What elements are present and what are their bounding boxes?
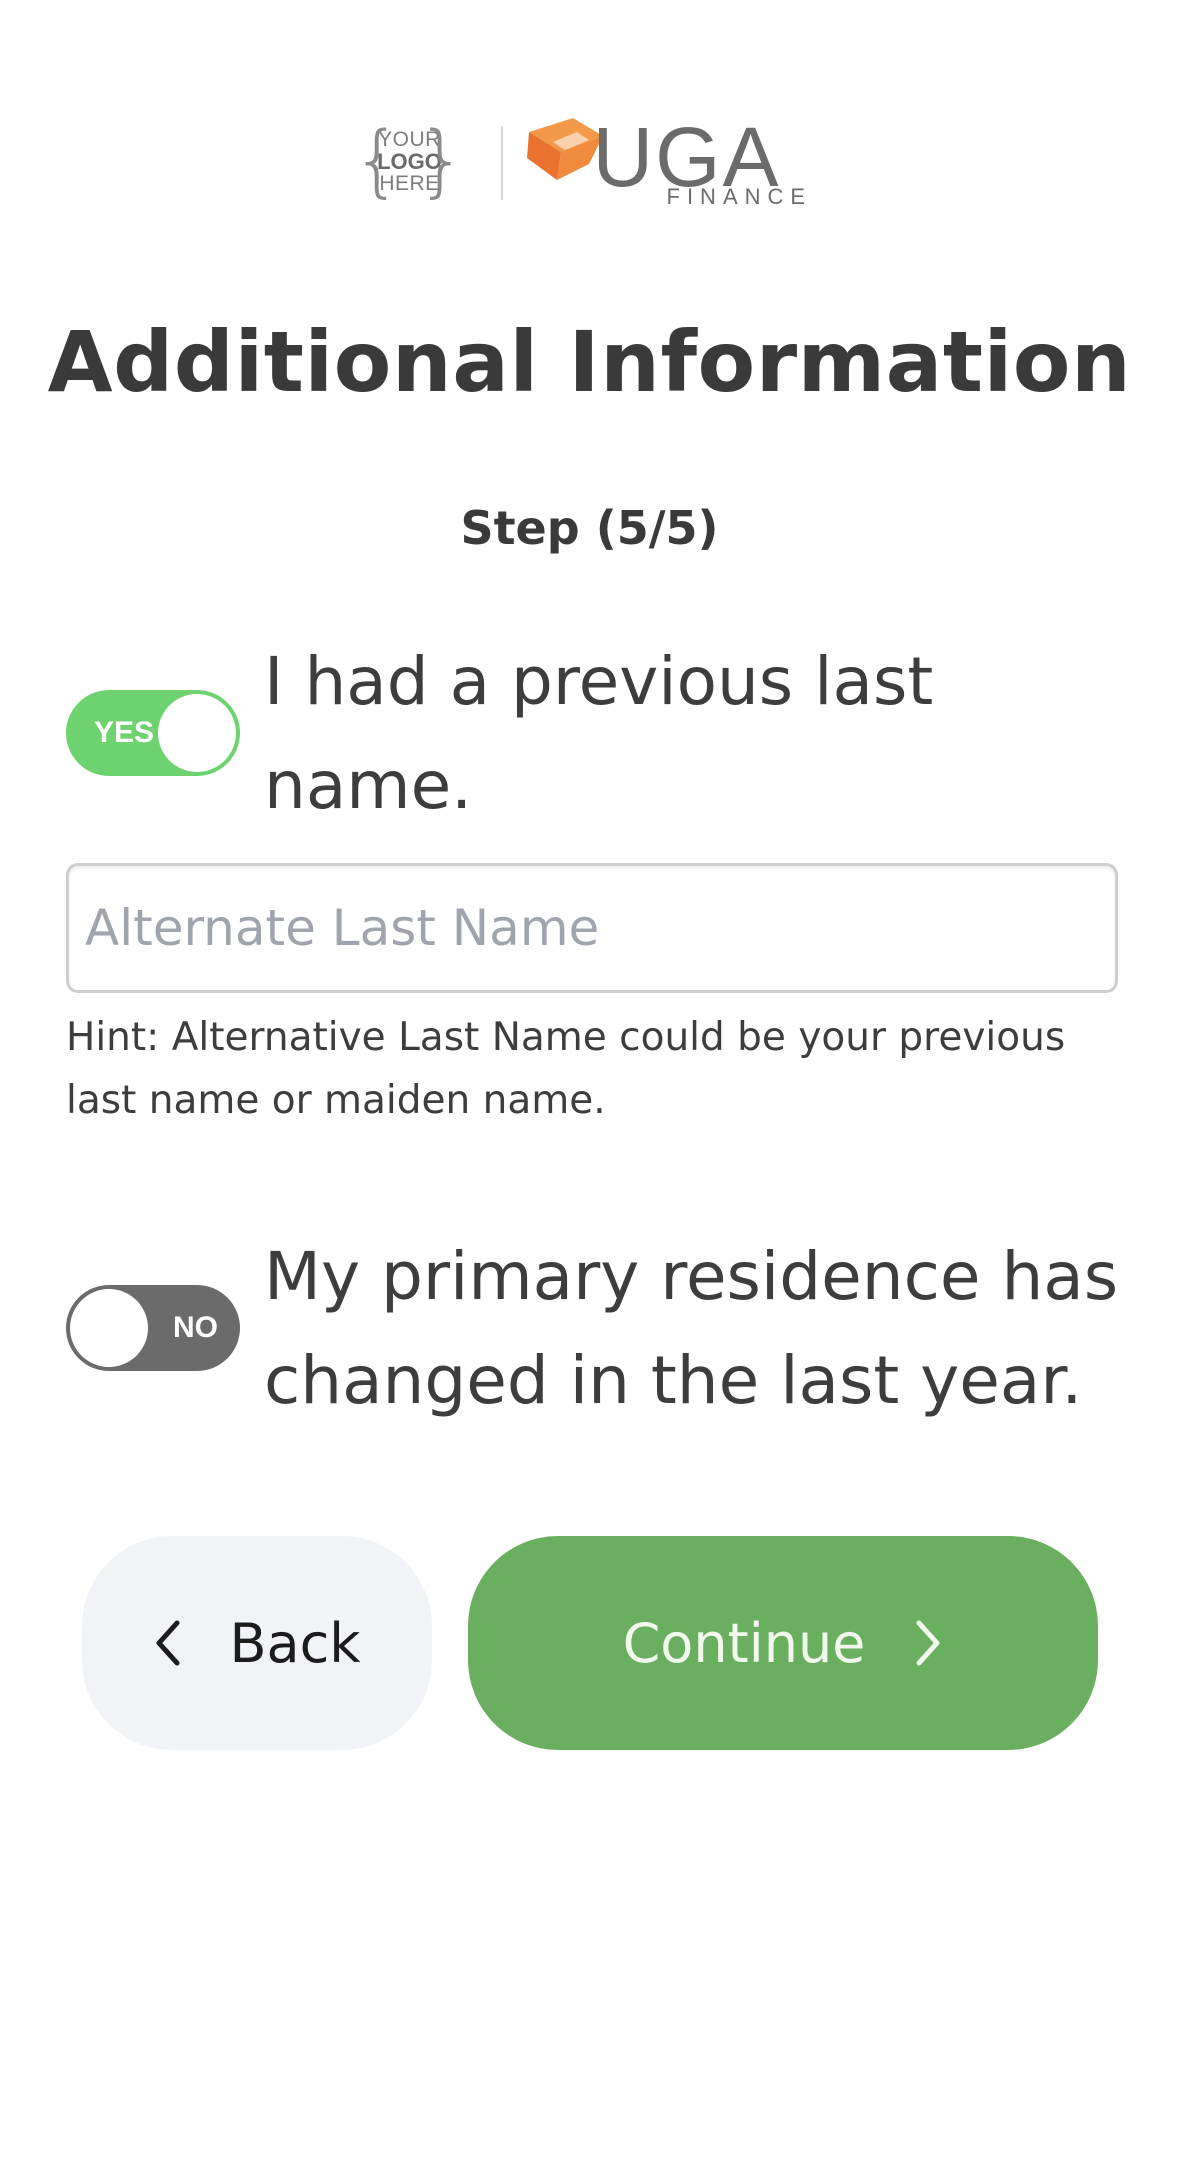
previous-last-name-label: I had a previous last name. xyxy=(264,643,934,824)
additional-information-screen: { YOUR LOGO HERE } UGA FINANCE Additiona… xyxy=(0,0,1179,2172)
previous-last-name-toggle[interactable]: YES xyxy=(66,690,240,776)
continue-button[interactable]: Continue xyxy=(468,1536,1098,1750)
logo-divider xyxy=(500,126,503,200)
logo-header: { YOUR LOGO HERE } UGA FINANCE xyxy=(0,112,1179,209)
page-title: Additional Information xyxy=(47,313,1132,411)
uga-finance-subtitle: FINANCE xyxy=(666,184,813,209)
residence-changed-toggle[interactable]: NO xyxy=(66,1285,240,1371)
back-button[interactable]: Back xyxy=(82,1536,432,1750)
your-logo-placeholder: { YOUR LOGO HERE } xyxy=(353,121,467,205)
back-button-label: Back xyxy=(229,1611,361,1675)
uga-finance-logo: UGA FINANCE xyxy=(526,112,827,209)
toggle-knob xyxy=(70,1289,148,1367)
chevron-left-icon xyxy=(156,1620,180,1666)
toggle-state-label: NO xyxy=(173,1311,218,1344)
step-indicator: Step (5/5) xyxy=(460,501,719,555)
chevron-right-icon xyxy=(916,1620,940,1666)
alternate-last-name-hint: Hint: Alternative Last Name could be you… xyxy=(66,1015,1066,1123)
residence-changed-label: My primary residence has changed in the … xyxy=(264,1238,1119,1419)
toggle-state-label: YES xyxy=(94,716,155,749)
toggle-knob xyxy=(158,694,236,772)
right-brace-glyph: } xyxy=(416,116,467,206)
continue-button-label: Continue xyxy=(622,1611,866,1675)
alternate-last-name-input[interactable] xyxy=(66,863,1118,993)
